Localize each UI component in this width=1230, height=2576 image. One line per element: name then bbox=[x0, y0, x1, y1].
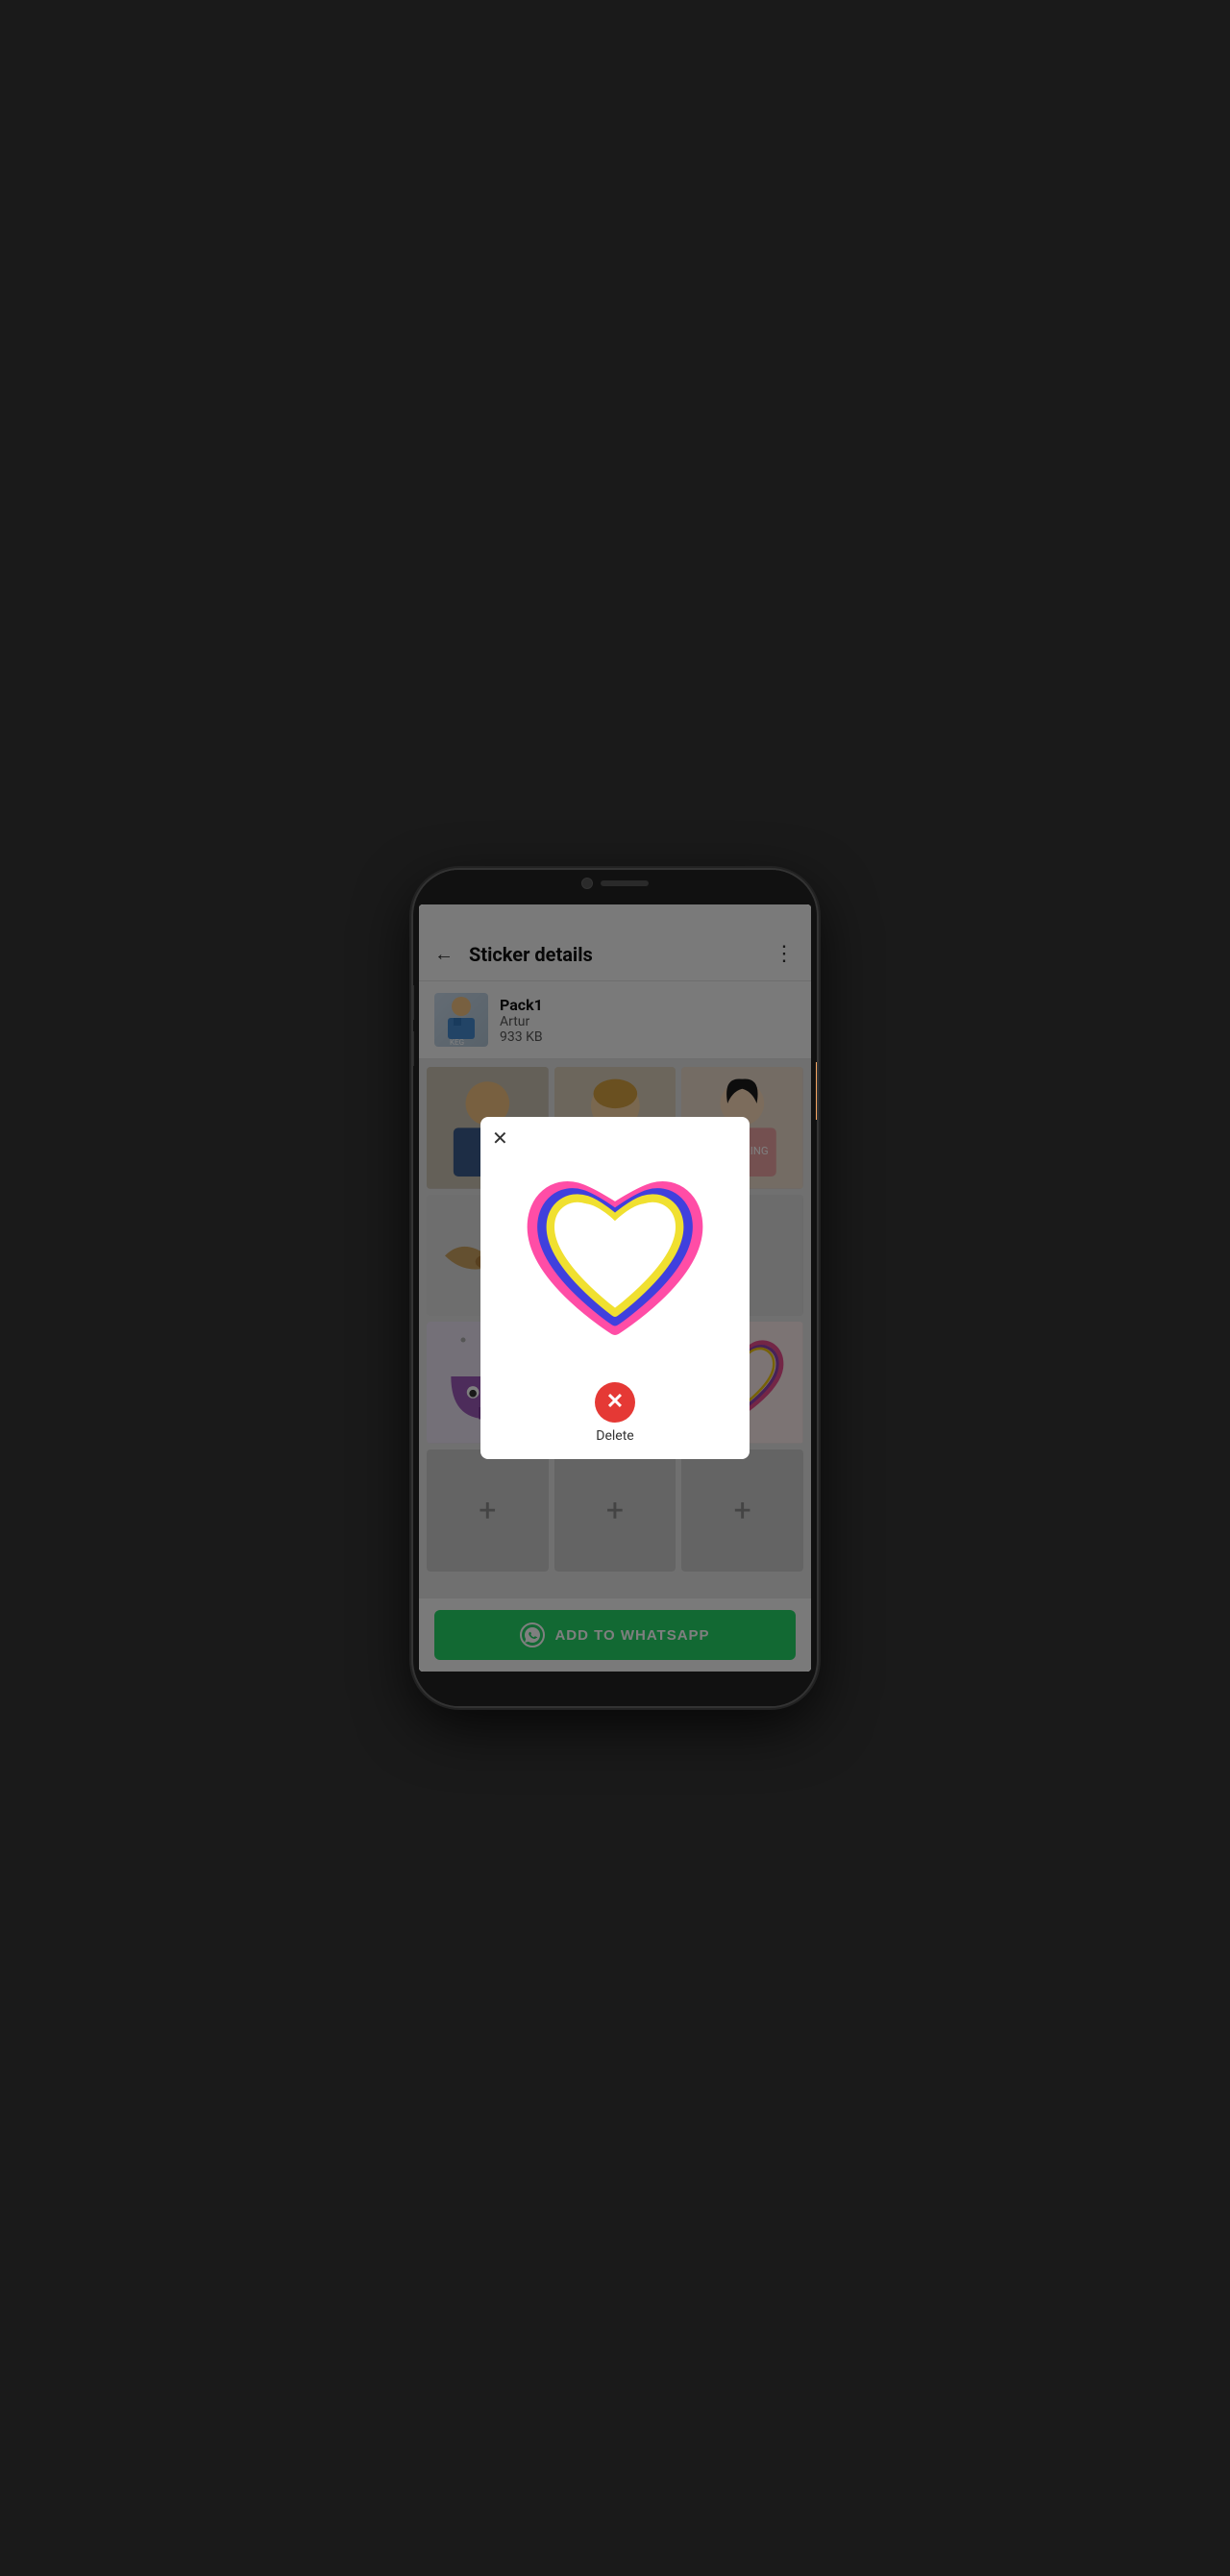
volume-up-button[interactable] bbox=[413, 985, 414, 1020]
phone-screen: ← Sticker details ⋮ KEG bbox=[419, 904, 811, 1672]
heart-preview-container bbox=[509, 1152, 721, 1363]
delete-label: Delete bbox=[596, 1428, 633, 1444]
front-camera bbox=[581, 878, 593, 889]
volume-down-button[interactable] bbox=[413, 1031, 414, 1066]
delete-section: ✕ Delete bbox=[595, 1382, 635, 1444]
delete-button[interactable]: ✕ bbox=[595, 1382, 635, 1423]
modal-overlay[interactable]: ✕ ✕ bbox=[419, 904, 811, 1672]
modal-box: ✕ ✕ bbox=[480, 1117, 750, 1459]
phone-bottom-bar bbox=[413, 1672, 817, 1706]
earpiece bbox=[601, 880, 649, 886]
rainbow-heart-svg bbox=[514, 1161, 716, 1353]
phone-frame: ← Sticker details ⋮ KEG bbox=[413, 870, 817, 1706]
delete-x-icon: ✕ bbox=[606, 1392, 624, 1413]
notch-area bbox=[581, 878, 649, 889]
power-button[interactable] bbox=[816, 1062, 817, 1120]
modal-close-button[interactable]: ✕ bbox=[492, 1128, 508, 1148]
